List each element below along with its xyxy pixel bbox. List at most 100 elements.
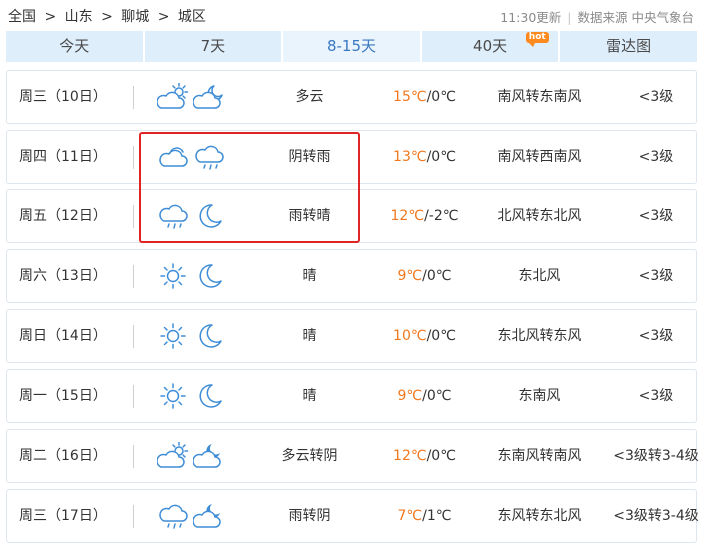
breadcrumb: 全国 > 山东 > 聊城 > 城区 [8, 6, 210, 26]
temperature: 15℃/0℃ [377, 71, 472, 123]
wind-direction: 东南风转南风 [497, 448, 582, 464]
breadcrumb-sep: > [101, 9, 113, 25]
wind-level: <3级 [638, 89, 674, 105]
weather-text: 晴 [302, 328, 317, 344]
breadcrumb-province[interactable]: 山东 [65, 9, 93, 25]
sun-icon [157, 323, 193, 354]
wind-level: <3级 [638, 149, 674, 165]
forecast-row: 周一（15日） 晴 9℃/0℃ 东南风 <3级 [6, 369, 697, 423]
temp-low: /1℃ [422, 508, 452, 524]
temp-high: 9℃ [397, 388, 423, 404]
tab-radar[interactable]: 雷达图 [560, 31, 697, 62]
cloudy-night-icon [192, 504, 229, 534]
weather-text: 多云 [295, 89, 324, 105]
sun-icon [157, 383, 193, 414]
temp-high: 7℃ [397, 508, 423, 524]
row-divider [133, 146, 134, 169]
row-divider [133, 325, 134, 348]
partly-cloudy-night-icon [192, 85, 229, 115]
weather-text: 多云转阴 [281, 448, 338, 464]
weather-icons [156, 82, 237, 111]
breadcrumb-sep: > [157, 9, 170, 25]
breadcrumb-city[interactable]: 聊城 [121, 9, 149, 25]
meta-divider: | [567, 10, 572, 25]
wind-direction: 东南风 [518, 388, 561, 404]
wind-direction: 北风转东北风 [497, 208, 582, 224]
forecast-tabs: 今天 7天 8-15天 40天 hot 雷达图 [6, 31, 697, 62]
day-label: 周二（16日） [19, 448, 107, 464]
breadcrumb-national[interactable]: 全国 [8, 9, 36, 25]
breadcrumb-sep: > [44, 9, 57, 25]
wind-level: <3级 [638, 268, 674, 284]
weather-icons [157, 322, 237, 350]
day-label: 周三（10日） [19, 89, 107, 105]
weather-icons [157, 382, 237, 410]
top-bar: 全国 > 山东 > 聊城 > 城区 11:30更新 | 数据来源 中央气象台 [0, 0, 716, 30]
wind-level: <3级转3-4级 [613, 508, 699, 524]
row-divider [133, 445, 134, 468]
wind-direction: 南风转西南风 [497, 149, 582, 165]
row-divider [133, 86, 134, 109]
breadcrumb-district: 城区 [177, 9, 206, 25]
tab-8-15-days[interactable]: 8-15天 [283, 31, 422, 62]
day-label: 周三（17日） [19, 508, 107, 524]
wind-direction: 东北风转东风 [497, 328, 582, 344]
day-label: 周一（15日） [19, 388, 107, 404]
wind-level: <3级 [638, 208, 674, 224]
sun-icon [157, 263, 193, 294]
temp-low: /0℃ [426, 328, 456, 344]
weather-text: 晴 [302, 268, 317, 284]
temp-high: 15℃ [393, 89, 427, 105]
row-divider [133, 505, 134, 528]
temp-low: /0℃ [426, 149, 456, 165]
tab-40-days[interactable]: 40天 hot [421, 31, 561, 62]
temperature: 12℃/-2℃ [377, 190, 472, 242]
highlight-box [139, 132, 360, 243]
row-divider [133, 385, 134, 408]
day-label: 周五（12日） [19, 208, 107, 224]
weather-icons [157, 262, 237, 290]
day-label: 周四（11日） [19, 149, 107, 165]
wind-level: <3级 [638, 328, 674, 344]
weather-icons [156, 441, 237, 470]
moon-icon [193, 384, 229, 414]
cloudy-night-icon [192, 444, 229, 474]
hot-badge: hot [525, 32, 549, 47]
forecast-row: 周日（14日） 晴 10℃/0℃ 东北风转东风 <3级 [6, 309, 697, 363]
wind-level: <3级 [638, 388, 674, 404]
temperature: 10℃/0℃ [377, 310, 472, 362]
forecast-row: 周三（10日） 多云 15℃/0℃ 南风转东南风 <3级 [6, 70, 697, 124]
row-divider [133, 205, 134, 228]
temperature: 7℃/1℃ [377, 490, 472, 542]
update-time: 11:30更新 [500, 10, 562, 25]
wind-direction: 东北风 [518, 268, 561, 284]
temp-high: 10℃ [393, 328, 427, 344]
forecast-row: 周三（17日） 雨转阴 7℃/1℃ 东风转东北风 <3级转3-4级 [6, 489, 699, 543]
partly-cloudy-day-icon [156, 441, 193, 474]
tab-today[interactable]: 今天 [6, 31, 145, 62]
weather-icons [157, 502, 237, 530]
moon-icon [193, 264, 229, 294]
temp-low: /-2℃ [424, 208, 459, 224]
temp-high: 9℃ [397, 268, 423, 284]
rain-icon [157, 504, 193, 534]
tab-40-days-label: 40天 [473, 37, 508, 55]
temp-low: /0℃ [426, 89, 456, 105]
day-label: 周六（13日） [19, 268, 107, 284]
temperature: 9℃/0℃ [377, 250, 472, 302]
tab-7-days[interactable]: 7天 [144, 31, 284, 62]
wind-direction: 东风转东北风 [497, 508, 582, 524]
temperature: 9℃/0℃ [377, 370, 472, 422]
temp-low: /0℃ [422, 388, 452, 404]
temperature: 13℃/0℃ [377, 131, 472, 183]
temp-low: /0℃ [422, 268, 452, 284]
weather-text: 雨转阴 [288, 508, 331, 524]
update-meta: 11:30更新 | 数据来源 中央气象台 [500, 7, 694, 26]
weather-text: 晴 [302, 388, 317, 404]
partly-cloudy-day-icon [156, 82, 193, 115]
day-label: 周日（14日） [19, 328, 107, 344]
row-divider [133, 265, 134, 288]
temp-low: /0℃ [426, 448, 456, 464]
forecast-row: 周六（13日） 晴 9℃/0℃ 东北风 <3级 [6, 249, 697, 303]
wind-direction: 南风转东南风 [497, 89, 582, 105]
